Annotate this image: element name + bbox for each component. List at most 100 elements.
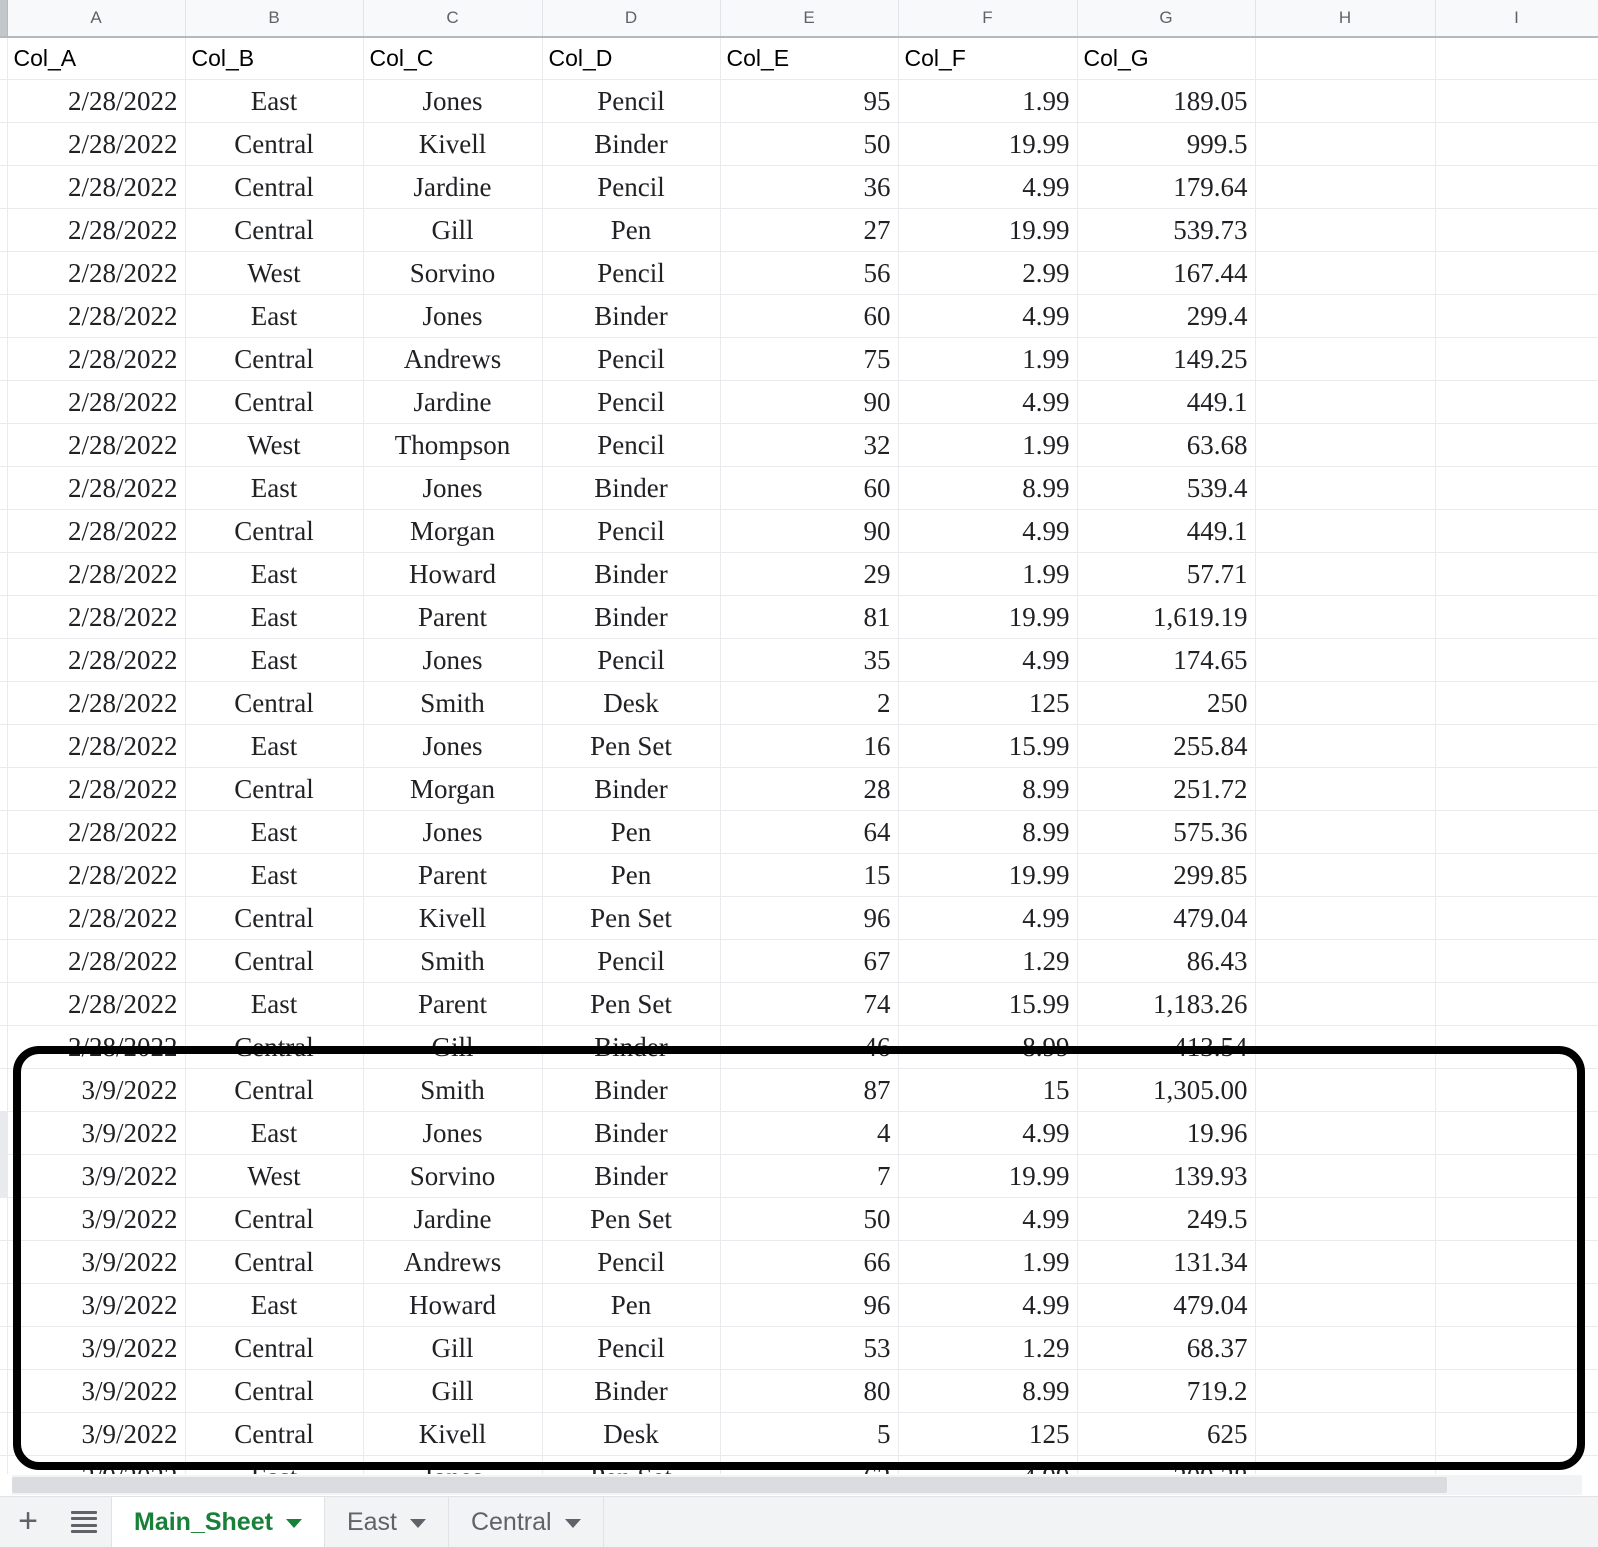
cell-col-i[interactable] (1435, 810, 1598, 854)
cell-col-i[interactable] (1435, 165, 1598, 209)
column-header-e[interactable]: E (720, 0, 899, 38)
cell-col-e[interactable]: 46 (720, 1025, 899, 1069)
table-row[interactable]: 2/28/2022 East Jones Binder 60 4.99 299.4 (0, 294, 1598, 338)
cell-col-d[interactable]: Pencil (542, 79, 721, 123)
cell-col-e[interactable]: 36 (720, 165, 899, 209)
cell-col-a[interactable]: 2/28/2022 (7, 122, 186, 166)
cell-col-c[interactable]: Jones (363, 810, 543, 854)
cell-col-d[interactable]: Pencil (542, 165, 721, 209)
sheet-tab-central[interactable]: Central (447, 1497, 604, 1547)
cell-col-f[interactable]: 1.99 (898, 552, 1078, 596)
cell-col-f[interactable]: 4.99 (898, 1455, 1078, 1474)
cell-col-g[interactable]: 999.5 (1077, 122, 1256, 166)
cell-col-e[interactable]: 4 (720, 1111, 899, 1155)
cell-col-b[interactable]: Central (185, 896, 364, 940)
table-row[interactable]: 3/9/2022 Central Andrews Pencil 66 1.99 131.34 (0, 1240, 1598, 1284)
cell-col-d[interactable]: Binder (542, 595, 721, 639)
cell-col-a[interactable]: 3/9/2022 (7, 1154, 186, 1198)
cell-col-c[interactable]: Jardine (363, 380, 543, 424)
cell-col-f[interactable]: 4.99 (898, 1197, 1078, 1241)
cell-col-d[interactable]: Desk (542, 681, 721, 725)
cell-col-d[interactable]: Pen Set (542, 1197, 721, 1241)
cell-col-i[interactable] (1435, 423, 1598, 467)
table-row[interactable]: 2/28/2022 Central Kivell Binder 50 19.99 999.5 (0, 122, 1598, 166)
cell-col-h[interactable] (1255, 294, 1436, 338)
cell-col-h[interactable] (1255, 208, 1436, 252)
sheet-tab-east[interactable]: East (323, 1497, 449, 1547)
cell-col-d[interactable]: Pen Set (542, 1455, 721, 1474)
cell-col-i[interactable] (1435, 638, 1598, 682)
cell-col-g[interactable]: 139.93 (1077, 1154, 1256, 1198)
cell-col-i[interactable] (1435, 1068, 1598, 1112)
cell-col-a[interactable]: 3/9/2022 (7, 1197, 186, 1241)
cell-col-i[interactable] (1435, 724, 1598, 768)
cell-col-c[interactable]: Kivell (363, 1412, 543, 1456)
cell-col-c[interactable]: Smith (363, 939, 543, 983)
cell-col-h[interactable] (1255, 681, 1436, 725)
column-header-d[interactable]: D (542, 0, 721, 38)
cell-col-c[interactable]: Sorvino (363, 1154, 543, 1198)
cell-col-d[interactable]: Binder (542, 1369, 721, 1413)
row-gutter-cell[interactable] (0, 1197, 8, 1241)
cell-col-c[interactable]: Kivell (363, 122, 543, 166)
cell-col-c[interactable]: Howard (363, 552, 543, 596)
cell-col-a[interactable]: 3/9/2022 (7, 1283, 186, 1327)
cell-col-f[interactable]: 1.99 (898, 337, 1078, 381)
cell-col-f[interactable]: 19.99 (898, 853, 1078, 897)
cell-col-a[interactable]: 3/9/2022 (7, 1412, 186, 1456)
cell-col-d[interactable]: Pencil (542, 337, 721, 381)
cell-col-g[interactable]: 189.05 (1077, 79, 1256, 123)
row-gutter-cell[interactable] (0, 896, 8, 940)
column-header-i[interactable]: I (1435, 0, 1598, 38)
cell-col-g[interactable]: 86.43 (1077, 939, 1256, 983)
row-gutter-cell[interactable] (0, 595, 8, 639)
cell-col-a[interactable]: 3/9/2022 (7, 1326, 186, 1370)
cell-col-e[interactable]: 15 (720, 853, 899, 897)
cell-col-c[interactable]: Kivell (363, 896, 543, 940)
table-row[interactable]: 3/9/2022 Central Gill Pencil 53 1.29 68.37 (0, 1326, 1598, 1370)
cell-col-e[interactable]: 7 (720, 1154, 899, 1198)
table-row[interactable]: 2/28/2022 Central Andrews Pencil 75 1.99 149.2… (0, 337, 1598, 381)
row-gutter-cell[interactable] (0, 681, 8, 725)
cell-col-d[interactable]: Pen (542, 208, 721, 252)
cell-col-b[interactable]: East (185, 466, 364, 510)
cell-col-i[interactable] (1435, 208, 1598, 252)
row-gutter-cell[interactable] (0, 1068, 8, 1112)
cell-col-d[interactable]: Pen Set (542, 896, 721, 940)
cell-col-e[interactable]: 81 (720, 595, 899, 639)
cell-col-d[interactable]: Binder (542, 1154, 721, 1198)
column-header-c[interactable]: C (363, 0, 543, 38)
cell-col-c[interactable]: Parent (363, 595, 543, 639)
table-row[interactable]: 2/28/2022 Central Gill Binder 46 8.99 413.54 (0, 1025, 1598, 1069)
field-header-col-i[interactable] (1435, 37, 1598, 80)
field-header-col-b[interactable]: Col_B (185, 37, 364, 80)
cell-col-i[interactable] (1435, 337, 1598, 381)
cell-col-f[interactable]: 4.99 (898, 509, 1078, 553)
cell-col-f[interactable]: 19.99 (898, 122, 1078, 166)
row-gutter-cell[interactable] (0, 380, 8, 424)
add-sheet-button[interactable]: + (0, 1497, 56, 1547)
cell-col-a[interactable]: 2/28/2022 (7, 681, 186, 725)
cell-col-a[interactable]: 3/9/2022 (7, 1455, 186, 1474)
row-gutter-cell[interactable] (0, 122, 8, 166)
cell-col-g[interactable]: 167.44 (1077, 251, 1256, 295)
cell-col-g[interactable]: 174.65 (1077, 638, 1256, 682)
cell-col-b[interactable]: Central (185, 165, 364, 209)
row-gutter-cell[interactable] (0, 853, 8, 897)
cell-col-b[interactable]: East (185, 552, 364, 596)
cell-col-h[interactable] (1255, 595, 1436, 639)
table-row[interactable]: 2/28/2022 Central Jardine Pencil 36 4.99 179.6… (0, 165, 1598, 209)
cell-col-f[interactable]: 4.99 (898, 638, 1078, 682)
cell-col-c[interactable]: Parent (363, 982, 543, 1026)
cell-col-g[interactable]: 255.84 (1077, 724, 1256, 768)
cell-col-h[interactable] (1255, 724, 1436, 768)
cell-col-a[interactable]: 2/28/2022 (7, 724, 186, 768)
table-row[interactable]: 3/9/2022 Central Kivell Desk 5 125 625 (0, 1412, 1598, 1456)
cell-col-f[interactable]: 4.99 (898, 1283, 1078, 1327)
cell-col-c[interactable]: Thompson (363, 423, 543, 467)
table-row[interactable]: 2/28/2022 East Parent Pen 15 19.99 299.85 (0, 853, 1598, 897)
cell-col-d[interactable]: Binder (542, 767, 721, 811)
row-gutter-cell[interactable] (0, 1111, 8, 1155)
cell-col-h[interactable] (1255, 423, 1436, 467)
cell-col-b[interactable]: East (185, 294, 364, 338)
